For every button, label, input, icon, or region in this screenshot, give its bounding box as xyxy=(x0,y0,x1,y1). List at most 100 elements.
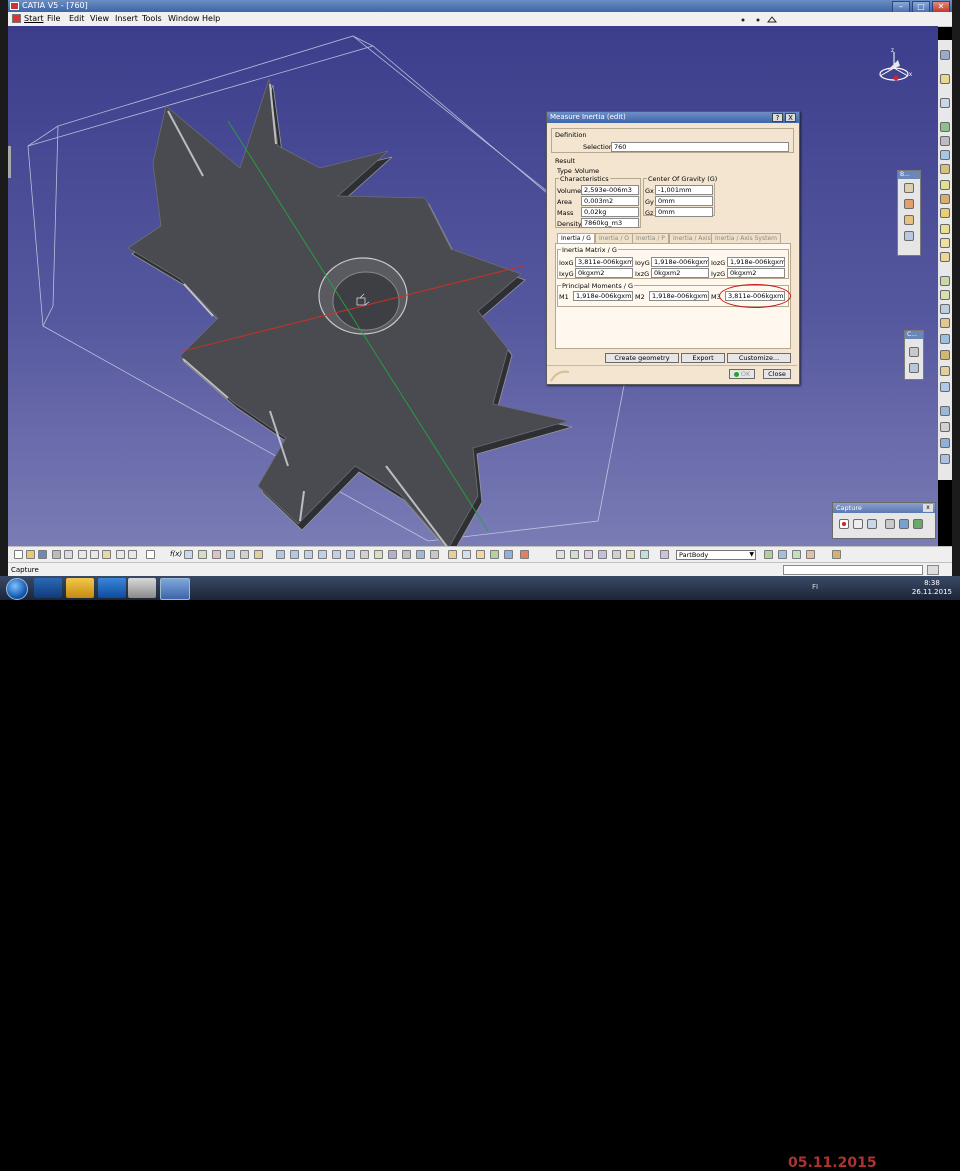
catalog-icon[interactable] xyxy=(254,550,263,559)
tab-inertia-axis[interactable]: Inertia / Axis xyxy=(669,233,715,243)
ordered-set-icon[interactable] xyxy=(640,550,649,559)
tab-inertia-g[interactable]: Inertia / G xyxy=(557,233,595,243)
menu-window[interactable]: Window xyxy=(168,14,200,23)
volume-field[interactable]: 2,593e-006m3 xyxy=(581,185,639,195)
mass-field[interactable]: 0,02kg xyxy=(581,207,639,217)
sketch-tools-icon[interactable] xyxy=(764,550,773,559)
tab-inertia-o[interactable]: Inertia / O xyxy=(595,233,633,243)
fillet-icon[interactable] xyxy=(940,276,950,286)
gz-field[interactable]: 0mm xyxy=(655,207,713,217)
menu-tools[interactable]: Tools xyxy=(142,14,162,23)
gy-field[interactable]: 0mm xyxy=(655,196,713,206)
translate-icon[interactable] xyxy=(940,334,950,344)
print-icon[interactable] xyxy=(52,550,61,559)
apply-material-icon[interactable] xyxy=(504,550,513,559)
constraint-icon[interactable] xyxy=(778,550,787,559)
create-geometry-button[interactable]: Create geometry xyxy=(605,353,679,363)
cut-icon[interactable] xyxy=(78,550,87,559)
outlook-taskbar-icon[interactable] xyxy=(98,578,126,598)
law-icon[interactable] xyxy=(240,550,249,559)
dialog-title-bar[interactable]: Measure Inertia (edit) ? X xyxy=(547,112,799,123)
loft-icon[interactable] xyxy=(940,238,950,248)
floating-toolbar-b-head[interactable]: B... xyxy=(898,171,920,179)
measure-inertia-dialog[interactable]: Measure Inertia (edit) ? X Definition Se… xyxy=(546,111,800,385)
export-button[interactable]: Export xyxy=(681,353,725,363)
catia-taskbar-icon[interactable] xyxy=(160,578,190,600)
axis-system-icon[interactable] xyxy=(490,550,499,559)
toolbar-c-tool-1-icon[interactable] xyxy=(909,347,919,357)
menu-insert[interactable]: Insert xyxy=(115,14,138,23)
new-icon[interactable] xyxy=(14,550,23,559)
matrix-value-field[interactable]: 0kgxm2 xyxy=(727,268,785,278)
shaft-icon[interactable] xyxy=(940,150,950,160)
menu-start[interactable]: Start xyxy=(24,14,44,23)
dialog-help-button[interactable]: ? xyxy=(772,113,783,122)
multi-view-icon[interactable] xyxy=(374,550,383,559)
menu-view[interactable]: View xyxy=(90,14,109,23)
iso-view-icon[interactable] xyxy=(388,550,397,559)
paste-icon[interactable] xyxy=(102,550,111,559)
paint-icon[interactable] xyxy=(832,550,841,559)
matrix-value-field[interactable]: 3,811e-006kgxm2 xyxy=(575,257,633,267)
capture-image-icon[interactable] xyxy=(899,519,909,529)
toolbar-c-tool-2-icon[interactable] xyxy=(909,363,919,373)
draft-icon[interactable] xyxy=(940,304,950,314)
formula-button[interactable]: f(x) xyxy=(170,550,182,558)
measure-icon[interactable] xyxy=(940,438,950,448)
matrix-value-field[interactable]: 0kgxm2 xyxy=(575,268,633,278)
mirror-icon[interactable] xyxy=(940,350,950,360)
snap-tools-icon[interactable] xyxy=(738,14,788,24)
fly-mode-icon[interactable] xyxy=(276,550,285,559)
update-icon[interactable] xyxy=(520,550,529,559)
selection-field[interactable]: 760 xyxy=(611,142,789,152)
pan-icon[interactable] xyxy=(304,550,313,559)
density-field[interactable]: 7860kg_m3 xyxy=(581,218,639,228)
compass-icon[interactable]: z x xyxy=(874,46,914,90)
comment-icon[interactable] xyxy=(184,550,193,559)
matrix-value-field[interactable]: 1,918e-006kgxm2 xyxy=(727,257,785,267)
ie-taskbar-icon[interactable] xyxy=(34,578,62,598)
measure-between-icon[interactable] xyxy=(448,550,457,559)
chamfer-icon[interactable] xyxy=(940,290,950,300)
knowledge-icon[interactable] xyxy=(198,550,207,559)
rib-icon[interactable] xyxy=(940,194,950,204)
capture-toolbar-close-button[interactable]: x xyxy=(923,504,933,512)
pattern-icon[interactable] xyxy=(940,366,950,376)
dialog-close-x-button[interactable]: X xyxy=(785,113,796,122)
assemble-icon[interactable] xyxy=(940,422,950,432)
windows-start-button[interactable] xyxy=(6,578,28,600)
menu-file[interactable]: File xyxy=(47,14,60,23)
toolbar-b-tool-4-icon[interactable] xyxy=(904,231,914,241)
groove-icon[interactable] xyxy=(940,164,950,174)
capture-toolbar-head[interactable]: Capture x xyxy=(833,503,935,513)
body-icon[interactable] xyxy=(612,550,621,559)
customize-button[interactable]: Customize... xyxy=(727,353,791,363)
inertia-icon[interactable] xyxy=(940,454,950,464)
toolbar-b-tool-3-icon[interactable] xyxy=(904,215,914,225)
rotate-icon[interactable] xyxy=(318,550,327,559)
start-menu-icon[interactable] xyxy=(12,14,21,23)
pocket-icon[interactable] xyxy=(940,136,950,146)
normal-view-icon[interactable] xyxy=(360,550,369,559)
geometrical-set-icon[interactable] xyxy=(626,550,635,559)
floating-toolbar-b[interactable]: B... xyxy=(897,170,921,256)
select-mode-icon[interactable] xyxy=(853,519,863,529)
command-input[interactable] xyxy=(783,565,923,575)
matrix-value-field[interactable]: 0kgxm2 xyxy=(651,268,709,278)
menu-edit[interactable]: Edit xyxy=(69,14,85,23)
tab-inertia-axis-system[interactable]: Inertia / Axis System xyxy=(711,233,781,243)
gx-field[interactable]: -1,001mm xyxy=(655,185,713,195)
slot-icon[interactable] xyxy=(940,208,950,218)
tray-language[interactable]: FI xyxy=(812,583,818,591)
measure-inertia-icon[interactable] xyxy=(476,550,485,559)
analysis-icon[interactable] xyxy=(792,550,801,559)
swap-space-icon[interactable] xyxy=(430,550,439,559)
undo-icon[interactable] xyxy=(116,550,125,559)
toolbar-b-tool-1-icon[interactable] xyxy=(904,183,914,193)
capture-album-icon[interactable] xyxy=(885,519,895,529)
remove-loft-icon[interactable] xyxy=(940,252,950,262)
floating-toolbar-c[interactable]: C... xyxy=(904,330,924,380)
clock[interactable]: 8:38 26.11.2015 xyxy=(912,579,952,597)
shell-icon[interactable] xyxy=(940,318,950,328)
file-manager-taskbar-icon[interactable] xyxy=(128,578,156,598)
